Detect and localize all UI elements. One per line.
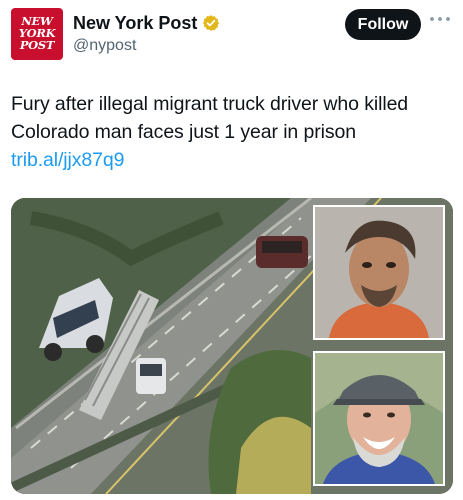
victim-photo <box>315 353 443 484</box>
author-handle[interactable]: @nypost <box>73 36 136 56</box>
tweet-text: Fury after illegal migrant truck driver … <box>11 90 451 174</box>
mugshot-inset <box>313 205 445 340</box>
follow-button[interactable]: Follow <box>345 9 421 40</box>
verified-badge-icon <box>203 15 220 31</box>
more-options-icon[interactable] <box>428 12 452 26</box>
victim-photo-inset <box>313 351 445 486</box>
nypost-avatar[interactable]: NEW YORK POST <box>11 8 63 60</box>
avatar-logo-text: NEW YORK POST <box>18 14 56 52</box>
tweet-link[interactable]: trib.al/jjx87q9 <box>11 149 125 171</box>
tweet-body: Fury after illegal migrant truck driver … <box>11 93 409 143</box>
tweet-header: NEW YORK POST New York Post @nypost Foll… <box>0 0 463 70</box>
mugshot-photo <box>315 207 443 338</box>
author-display-name[interactable]: New York Post <box>73 12 197 34</box>
author-name-row: New York Post <box>73 12 220 34</box>
tweet-media-image[interactable] <box>11 198 453 494</box>
